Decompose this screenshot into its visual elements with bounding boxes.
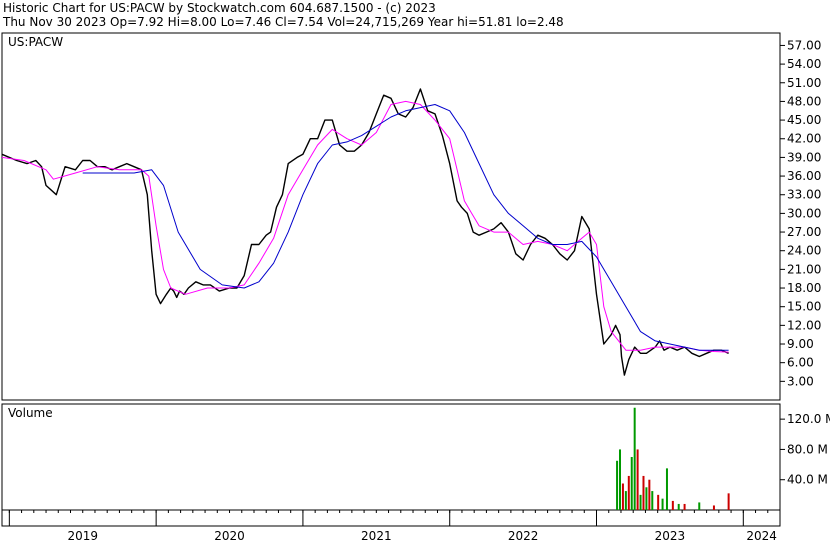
price-y-tick-label: 36.00 — [787, 169, 821, 183]
price-y-tick-label: 12.00 — [787, 318, 821, 332]
price-panel-frame — [1, 32, 781, 401]
x-year-label: 2024 — [746, 529, 777, 543]
price-y-tick-label: 45.00 — [787, 113, 821, 127]
price-y-tick-label: 9.00 — [787, 337, 814, 351]
volume-panel-title: Volume — [8, 406, 53, 420]
price-y-tick-label: 21.00 — [787, 262, 821, 276]
price-y-tick-label: 15.00 — [787, 300, 821, 314]
x-year-label: 2020 — [214, 529, 245, 543]
volume-y-tick-label: 120.0 M — [787, 412, 830, 426]
price-panel-title: US:PACW — [8, 35, 63, 49]
price-volume-chart: US:PACW Volume 57.00 54.00 51.00 48.00 45.00 42… — [1, 32, 830, 543]
price-y-tick-label: 42.00 — [787, 132, 821, 146]
x-year-label: 2022 — [508, 529, 539, 543]
volume-y-tick-label: 40.0 M — [787, 473, 828, 487]
x-year-label: 2019 — [67, 529, 98, 543]
price-y-tick-label: 3.00 — [787, 374, 814, 388]
volume-panel-frame — [1, 403, 781, 511]
x-year-label: 2023 — [655, 529, 686, 543]
price-y-tick-label: 24.00 — [787, 244, 821, 258]
price-y-tick-label: 18.00 — [787, 281, 821, 295]
time-axis-frame — [1, 509, 781, 527]
long-moving-average-line — [82, 104, 729, 351]
volume-y-tick-label: 80.0 M — [787, 442, 828, 456]
price-y-tick-label: 57.00 — [787, 38, 821, 52]
price-y-tick-label: 6.00 — [787, 356, 814, 370]
price-y-tick-label: 30.00 — [787, 206, 821, 220]
price-y-tick-label: 33.00 — [787, 188, 821, 202]
price-y-tick-label: 48.00 — [787, 94, 821, 108]
close-line — [1, 88, 729, 376]
price-y-tick-label: 27.00 — [787, 225, 821, 239]
price-y-tick-label: 54.00 — [787, 57, 821, 71]
price-y-tick-label: 39.00 — [787, 150, 821, 164]
x-year-label: 2021 — [361, 529, 392, 543]
price-y-tick-label: 51.00 — [787, 76, 821, 90]
